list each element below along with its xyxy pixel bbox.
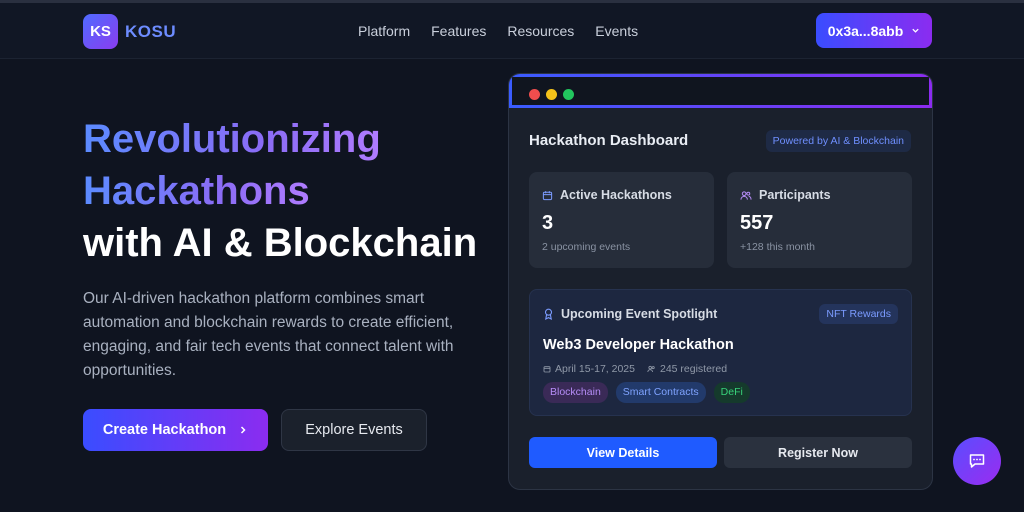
event-tags: Blockchain Smart Contracts DeFi <box>543 382 750 403</box>
nav-links: Platform Features Resources Events <box>358 23 638 39</box>
event-meta: April 15-17, 2025 245 registered <box>543 363 727 375</box>
nav-link-platform[interactable]: Platform <box>358 23 410 39</box>
event-date: April 15-17, 2025 <box>543 363 635 375</box>
award-icon <box>544 308 553 320</box>
stat-label: Participants <box>759 188 831 202</box>
event-date-text: April 15-17, 2025 <box>555 363 635 375</box>
stat-active-hackathons: Active Hackathons 3 2 upcoming events <box>529 172 714 268</box>
navbar: KS KOSU Platform Features Resources Even… <box>0 3 1024 59</box>
hero-title-line-3: with AI & Blockchain <box>83 221 478 265</box>
stat-label: Active Hackathons <box>560 188 672 202</box>
calendar-icon <box>542 190 553 200</box>
register-now-button[interactable]: Register Now <box>724 437 912 468</box>
view-details-button[interactable]: View Details <box>529 437 717 468</box>
dashboard-card: Hackathon Dashboard Powered by AI & Bloc… <box>508 73 933 490</box>
logo-mark[interactable]: KS <box>83 14 118 49</box>
calendar-icon <box>543 366 551 373</box>
stat-subtext: +128 this month <box>740 241 816 253</box>
dashboard-title: Hackathon Dashboard <box>529 132 689 149</box>
hero-title-line-2: Hackathons <box>83 165 310 217</box>
nav-link-features[interactable]: Features <box>431 23 486 39</box>
wallet-button[interactable]: 0x3a...8abb <box>816 13 932 48</box>
create-hackathon-button[interactable]: Create Hackathon <box>83 409 268 451</box>
tag-smart-contracts[interactable]: Smart Contracts <box>615 382 706 403</box>
stat-value: 3 <box>542 212 554 234</box>
users-icon <box>647 365 655 373</box>
spotlight-header: Upcoming Event Spotlight <box>543 307 717 321</box>
hero-description: Our AI-driven hackathon platform combine… <box>83 290 454 379</box>
stat-participants: Participants 557 +128 this month <box>727 172 912 268</box>
explore-events-button[interactable]: Explore Events <box>281 409 427 451</box>
stat-subtext: 2 upcoming events <box>542 241 631 253</box>
window-close-dot <box>529 89 540 100</box>
wallet-address: 0x3a...8abb <box>827 22 904 39</box>
create-hackathon-label: Create Hackathon <box>102 422 227 438</box>
nav-link-resources[interactable]: Resources <box>507 23 574 39</box>
event-spotlight: Upcoming Event Spotlight NFT Rewards Web… <box>529 289 912 416</box>
window-minimize-dot <box>546 89 557 100</box>
users-icon <box>740 190 752 200</box>
window-titlebar <box>509 74 932 108</box>
chevron-right-icon <box>241 426 246 434</box>
tag-defi[interactable]: DeFi <box>713 382 750 403</box>
tag-blockchain[interactable]: Blockchain <box>543 382 608 403</box>
stat-header: Active Hackathons <box>542 188 672 202</box>
event-registered-text: 245 registered <box>659 363 728 375</box>
nav-link-events[interactable]: Events <box>595 23 638 39</box>
brand-name[interactable]: KOSU <box>125 22 176 42</box>
chat-icon <box>969 454 985 468</box>
stat-value: 557 <box>740 212 774 234</box>
chat-button[interactable] <box>953 437 1001 485</box>
chevron-down-icon <box>912 28 919 33</box>
hero-title-line-1: Revolutionizing <box>83 113 381 165</box>
spotlight-heading: Upcoming Event Spotlight <box>561 307 718 321</box>
stat-header: Participants <box>740 188 831 202</box>
event-title: Web3 Developer Hackathon <box>543 337 734 353</box>
window-maximize-dot <box>563 89 574 100</box>
nft-rewards-badge: NFT Rewards <box>819 304 898 324</box>
event-registered: 245 registered <box>647 363 727 375</box>
powered-badge: Powered by AI & Blockchain <box>765 130 911 152</box>
